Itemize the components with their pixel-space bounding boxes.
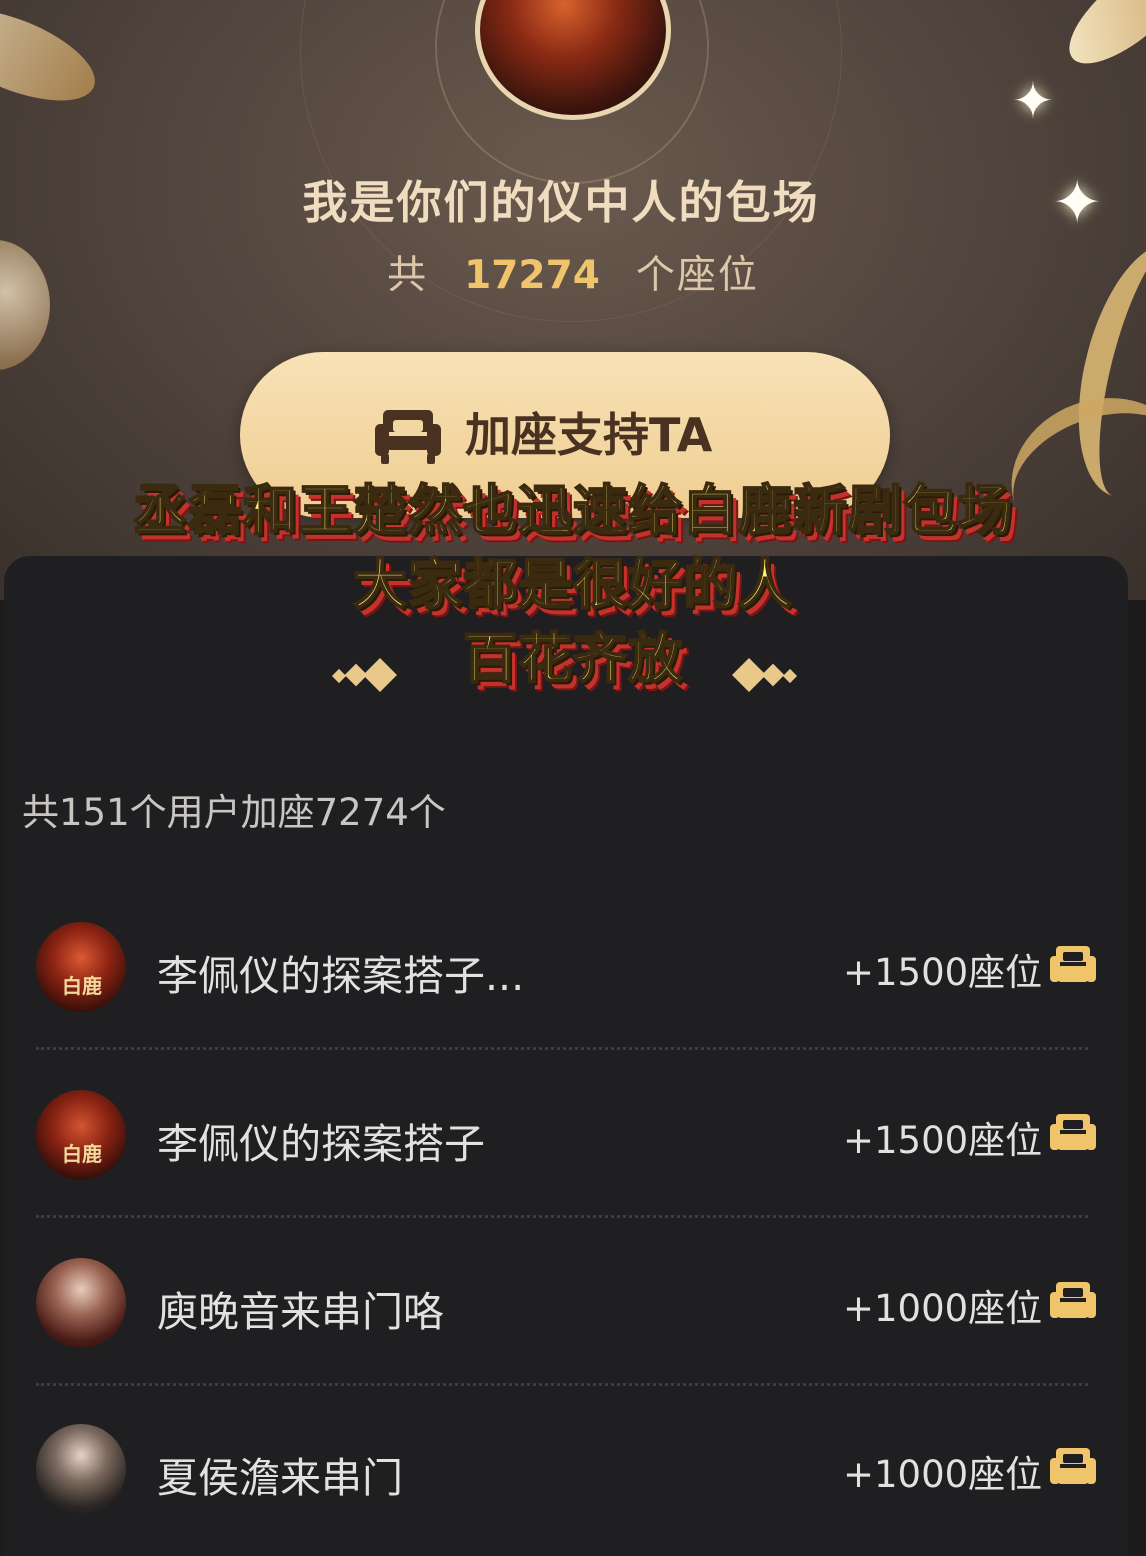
- list-item[interactable]: 白鹿 李佩仪的探案搭子... +1500座位: [0, 922, 1146, 1042]
- supporter-name: 庾晚音来串门咯: [157, 1288, 444, 1336]
- list-item[interactable]: 白鹿 李佩仪的探案搭子 +1500座位: [0, 1090, 1146, 1210]
- supporter-name: 李佩仪的探案搭子: [157, 1120, 485, 1168]
- supporter-seats: +1000座位: [843, 1453, 1043, 1496]
- list-item[interactable]: 庾晚音来串门咯 +1000座位: [0, 1258, 1146, 1378]
- supporter-seats: +1500座位: [843, 951, 1043, 994]
- row-divider: [36, 1047, 1088, 1050]
- page-title: 我是你们的仪中人的包场: [302, 176, 820, 229]
- row-divider: [36, 1383, 1088, 1386]
- caption-line: 丞磊和王楚然也迅速给白鹿新剧包场: [132, 478, 1013, 543]
- overlay-caption: 丞磊和王楚然也迅速给白鹿新剧包场 大家都是很好的人 百花齐放: [0, 474, 1146, 696]
- row-divider: [36, 1215, 1088, 1218]
- add-seat-button-label: 加座支持TA: [465, 408, 713, 462]
- supporter-name: 夏侯澹来串门: [157, 1454, 403, 1502]
- sofa-icon: [375, 410, 441, 464]
- avatar[interactable]: [36, 1258, 126, 1348]
- avatar[interactable]: 白鹿: [36, 1090, 126, 1180]
- avatar-caption: 白鹿: [62, 1142, 102, 1166]
- seat-total-value: 17274: [464, 253, 600, 298]
- sofa-icon: [1050, 1114, 1096, 1150]
- gold-ribbon-left: [0, 0, 107, 120]
- seat-total: 共 17274 个座位: [0, 244, 1146, 300]
- sofa-icon: [1050, 1448, 1096, 1484]
- sofa-icon: [1050, 1282, 1096, 1318]
- supporter-name: 李佩仪的探案搭子...: [157, 952, 525, 1000]
- avatar-caption: 白鹿: [62, 974, 102, 998]
- sofa-icon: [1050, 946, 1096, 982]
- supporter-seats: +1000座位: [843, 1287, 1043, 1330]
- supporters-summary: 共151个用户加座7274个: [22, 791, 446, 834]
- avatar[interactable]: 白鹿: [36, 922, 126, 1012]
- supporter-seats: +1500座位: [843, 1119, 1043, 1162]
- caption-line: 百花齐放: [462, 626, 683, 691]
- seat-total-prefix: 共: [387, 253, 429, 298]
- avatar[interactable]: [36, 1424, 126, 1514]
- seat-total-suffix: 个座位: [635, 253, 759, 298]
- gold-ribbon-right-top: [1053, 0, 1146, 82]
- supporters-panel: [4, 556, 1128, 1556]
- sparkle-icon: ✦: [1012, 72, 1054, 130]
- caption-line: 大家都是很好的人: [352, 552, 793, 617]
- list-item[interactable]: 夏侯澹来串门 +1000座位: [0, 1424, 1146, 1544]
